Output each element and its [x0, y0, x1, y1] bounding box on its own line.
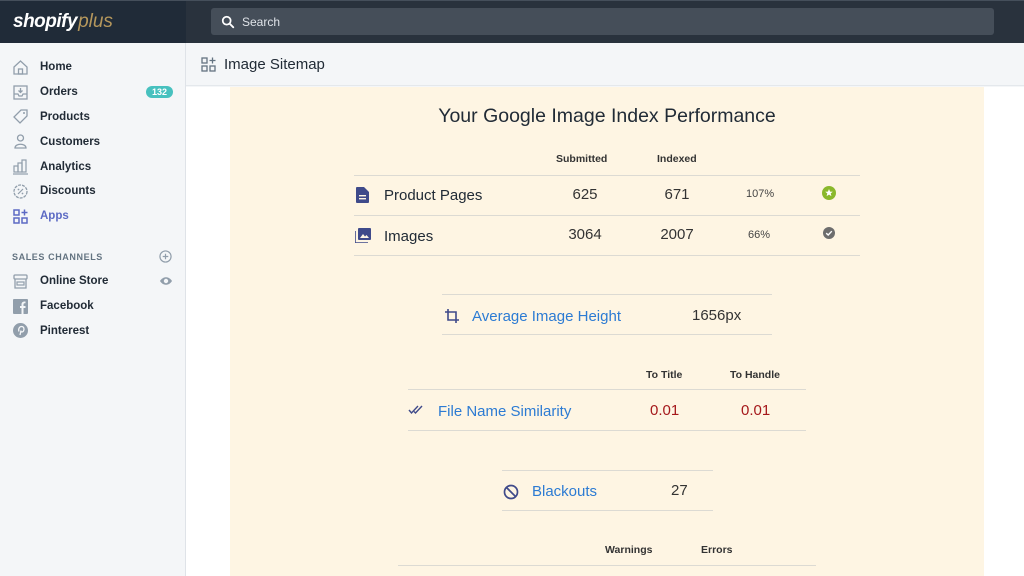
orders-count-badge: 132: [145, 85, 173, 98]
divider: [354, 175, 860, 176]
add-sales-channel-icon[interactable]: [159, 250, 172, 263]
pinterest-icon: [12, 322, 29, 339]
view-store-eye-icon[interactable]: [159, 275, 173, 287]
sidebar-item-facebook[interactable]: Facebook: [0, 294, 186, 319]
app-content: Your Google Image Index Performance Subm…: [186, 87, 1024, 576]
sidebar-item-label: Orders: [40, 86, 78, 99]
sidebar-item-products[interactable]: Products: [0, 105, 186, 130]
indexed-header: Indexed: [657, 153, 697, 165]
divider: [502, 510, 713, 511]
sidebar-item-apps[interactable]: Apps: [0, 204, 186, 229]
home-icon: [12, 59, 29, 76]
divider: [354, 215, 860, 216]
divider: [442, 294, 772, 295]
row-label: Images: [384, 228, 434, 245]
orders-icon: [12, 84, 29, 101]
sales-channels-list: Online Store Facebook Pinterest: [0, 269, 186, 343]
bar-chart-icon: [12, 158, 29, 175]
brand-main: shopify: [13, 11, 78, 32]
check-badge-icon: [823, 227, 835, 239]
to-handle-header: To Handle: [730, 369, 780, 381]
indexed-value: 2007: [660, 226, 694, 243]
document-icon: [356, 187, 369, 203]
double-check-icon: [408, 405, 423, 415]
submitted-value: 3064: [568, 226, 602, 243]
facebook-icon: [12, 298, 29, 315]
sidebar-item-label: Discounts: [40, 185, 96, 198]
sidebar-item-customers[interactable]: Customers: [0, 129, 186, 154]
shopify-plus-logo[interactable]: shopify plus: [0, 1, 186, 43]
sidebar-item-label: Home: [40, 61, 72, 74]
person-icon: [12, 133, 29, 150]
sidebar-item-label: Products: [40, 110, 90, 123]
divider: [398, 565, 816, 566]
divider: [408, 389, 806, 390]
tag-icon: [12, 108, 29, 125]
store-icon: [12, 273, 29, 290]
sidebar-item-discounts[interactable]: Discounts: [0, 179, 186, 204]
divider: [442, 334, 772, 335]
search-icon: [221, 15, 235, 28]
sidebar-item-label: Pinterest: [40, 324, 90, 337]
percent-value: 66%: [748, 229, 771, 241]
sidebar-item-online-store[interactable]: Online Store: [0, 269, 186, 294]
sidebar-item-analytics[interactable]: Analytics: [0, 154, 186, 179]
main-nav: Home Orders 132 Products Customers Analy…: [0, 55, 186, 229]
indexed-value: 671: [664, 186, 690, 203]
apps-icon: [201, 56, 216, 72]
divider: [354, 255, 860, 256]
to-handle-value: 0.01: [741, 402, 771, 419]
search-placeholder: Search: [242, 14, 281, 29]
errors-header: Errors: [701, 544, 733, 556]
blackouts-value: 27: [671, 482, 688, 499]
sidebar-item-home[interactable]: Home: [0, 55, 186, 80]
sidebar-item-label: Analytics: [40, 160, 92, 173]
sales-channels-heading: SALES CHANNELS: [12, 252, 103, 262]
card-title: Your Google Image Index Performance: [438, 105, 776, 127]
submitted-value: 625: [572, 186, 598, 203]
to-title-header: To Title: [646, 369, 683, 381]
sidebar-item-orders[interactable]: Orders 132: [0, 80, 186, 105]
top-bar: shopify plus Search: [0, 0, 1024, 43]
star-badge-icon: [822, 186, 836, 200]
blackouts-link[interactable]: Blackouts: [532, 483, 597, 500]
average-image-height-value: 1656px: [692, 307, 742, 324]
images-icon: [355, 228, 371, 243]
blocked-icon: [503, 484, 519, 500]
discount-icon: [12, 183, 29, 200]
sidebar-item-pinterest[interactable]: Pinterest: [0, 319, 186, 344]
row-label: Product Pages: [384, 187, 483, 204]
warnings-header: Warnings: [605, 544, 653, 556]
performance-card: Your Google Image Index Performance Subm…: [230, 87, 984, 576]
sidebar-item-label: Facebook: [40, 300, 94, 313]
divider: [408, 430, 806, 431]
submitted-header: Submitted: [556, 153, 608, 165]
sidebar-item-label: Online Store: [40, 275, 109, 288]
crop-icon: [445, 309, 459, 323]
average-image-height-link[interactable]: Average Image Height: [472, 308, 621, 325]
brand-sub: plus: [78, 11, 113, 32]
to-title-value: 0.01: [650, 402, 680, 419]
apps-icon: [12, 208, 29, 225]
search-input[interactable]: Search: [211, 8, 994, 35]
sidebar-item-label: Customers: [40, 135, 101, 148]
percent-value: 107%: [746, 188, 775, 200]
sidebar-item-label: Apps: [40, 210, 69, 223]
page-title: Image Sitemap: [224, 55, 325, 73]
file-name-similarity-link[interactable]: File Name Similarity: [438, 403, 571, 420]
page-header: Image Sitemap: [186, 43, 1024, 86]
divider: [502, 470, 713, 471]
sidebar: Home Orders 132 Products Customers Analy…: [0, 43, 186, 576]
